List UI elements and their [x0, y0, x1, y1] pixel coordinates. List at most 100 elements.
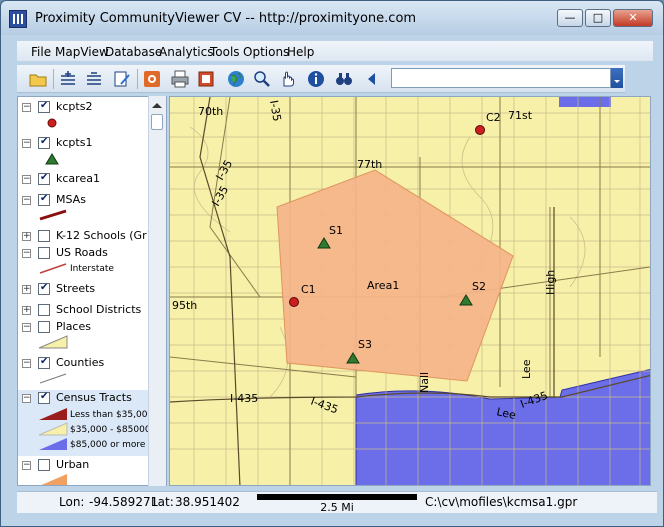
- low-income-swatch: [39, 408, 67, 420]
- expand-icon[interactable]: +: [22, 232, 31, 241]
- point-c1[interactable]: [289, 297, 299, 307]
- lat-value: 38.951402: [175, 495, 240, 509]
- zoom-icon[interactable]: [253, 70, 271, 88]
- layer-checkbox[interactable]: [38, 459, 50, 471]
- collapse-icon[interactable]: −: [22, 139, 31, 148]
- layer-checkbox[interactable]: [38, 136, 50, 149]
- point-label: C2: [486, 111, 501, 124]
- layer-checkbox[interactable]: [38, 247, 50, 259]
- remove-layer-icon[interactable]: [85, 70, 103, 88]
- scroll-up-icon[interactable]: [152, 98, 162, 108]
- menu-analytics[interactable]: Analytics: [159, 45, 214, 59]
- app-window: Proximity CommunityViewer CV -- http://p…: [0, 0, 664, 527]
- street-label: 70th: [198, 105, 223, 118]
- layer-k12-schools[interactable]: + K-12 Schools (Gr12): [18, 228, 165, 246]
- legend-row-interstate: Interstate: [38, 261, 114, 277]
- collapse-icon[interactable]: −: [22, 323, 31, 332]
- layer-checkbox[interactable]: [38, 304, 50, 316]
- menu-database[interactable]: Database: [105, 45, 162, 59]
- menu-file[interactable]: File: [31, 45, 51, 59]
- lon-label: Lon:: [59, 495, 85, 509]
- collapse-icon[interactable]: −: [22, 394, 31, 403]
- collapse-icon[interactable]: −: [22, 103, 31, 112]
- collapse-icon[interactable]: −: [22, 461, 31, 470]
- mid-income-swatch: [38, 422, 68, 436]
- maximize-button[interactable]: □: [585, 9, 611, 27]
- street-label: High: [544, 270, 557, 295]
- layer-kcarea1[interactable]: − kcarea1: [18, 171, 148, 189]
- info-icon[interactable]: [307, 70, 325, 88]
- export-icon[interactable]: [197, 70, 215, 88]
- open-icon[interactable]: [29, 70, 47, 88]
- menu-help[interactable]: Help: [287, 45, 314, 59]
- record-icon[interactable]: [143, 70, 161, 88]
- lon-value: -94.589271: [89, 495, 159, 509]
- map-canvas[interactable]: 70th 71st 77th 95th I-35 I-35 I-35 I-435…: [170, 97, 651, 486]
- street-label: 77th: [357, 158, 382, 171]
- layer-checkbox[interactable]: [38, 282, 50, 295]
- scroll-thumb[interactable]: [151, 114, 163, 130]
- point-label: S1: [329, 224, 343, 237]
- street-label: 95th: [172, 299, 197, 312]
- status-bar: Lon: -94.589271 Lat: 38.951402 2.5 Mi C:…: [17, 491, 657, 514]
- menu-tools[interactable]: Tools: [210, 45, 240, 59]
- expand-icon[interactable]: +: [22, 306, 31, 315]
- find-input[interactable]: [391, 68, 611, 88]
- red-circle-icon: [47, 118, 57, 128]
- layer-kcpts2[interactable]: − kcpts2: [18, 99, 148, 117]
- collapse-icon[interactable]: −: [22, 175, 31, 184]
- back-arrow-icon[interactable]: [363, 70, 381, 88]
- app-icon: [9, 10, 27, 28]
- urban-swatch: [41, 474, 67, 485]
- dark-red-line-icon: [39, 209, 67, 221]
- layer-streets[interactable]: + Streets: [18, 281, 148, 299]
- menu-bar: File MapView Database Analytics Tools Op…: [17, 41, 653, 61]
- expand-icon[interactable]: +: [22, 285, 31, 294]
- layer-checkbox[interactable]: [38, 193, 50, 206]
- interstate-line-icon: [39, 263, 67, 274]
- collapse-icon[interactable]: −: [22, 359, 31, 368]
- globe-icon[interactable]: [227, 70, 245, 88]
- layer-school-districts[interactable]: + School Districts: [18, 302, 148, 320]
- street-label: I-435: [230, 392, 258, 405]
- scale-bar: [257, 494, 417, 500]
- add-layer-icon[interactable]: [59, 70, 77, 88]
- layer-checkbox[interactable]: [38, 172, 50, 185]
- collapse-icon[interactable]: −: [22, 196, 31, 205]
- layer-kcpts1[interactable]: − kcpts1: [18, 135, 148, 153]
- scale-label: 2.5 Mi: [320, 501, 354, 514]
- project-file: C:\cv\mofiles\kcmsa1.gpr: [425, 495, 578, 509]
- layer-checkbox[interactable]: [38, 100, 50, 113]
- counties-line-icon: [39, 373, 67, 384]
- high-income-swatch: [39, 438, 67, 450]
- point-label: S3: [358, 338, 372, 351]
- layer-checkbox[interactable]: [38, 391, 50, 404]
- layer-checkbox[interactable]: [38, 356, 50, 369]
- menu-mapview[interactable]: MapView: [55, 45, 109, 59]
- find-icon[interactable]: [335, 70, 353, 88]
- legend-row-mid-income: $35,000 - $85000: [38, 422, 151, 438]
- layer-msas[interactable]: − MSAs: [18, 192, 148, 210]
- high-income-tract-north: [559, 97, 611, 107]
- find-dropdown-button[interactable]: [611, 68, 623, 88]
- close-button[interactable]: ✕: [613, 9, 653, 27]
- layer-checkbox[interactable]: [38, 321, 50, 333]
- point-c2[interactable]: [475, 125, 485, 135]
- window-title: Proximity CommunityViewer CV -- http://p…: [35, 11, 417, 26]
- legend-scrollbar[interactable]: [148, 96, 166, 486]
- collapse-icon[interactable]: −: [22, 249, 31, 258]
- point-label: S2: [472, 280, 486, 293]
- map-view[interactable]: 70th 71st 77th 95th I-35 I-35 I-35 I-435…: [169, 96, 651, 486]
- minimize-button[interactable]: —: [557, 9, 583, 27]
- lat-label: Lat:: [151, 495, 174, 509]
- properties-icon[interactable]: [113, 70, 131, 88]
- point-label: C1: [301, 283, 316, 296]
- pan-icon[interactable]: [279, 70, 297, 88]
- print-icon[interactable]: [171, 70, 189, 88]
- layer-checkbox[interactable]: [38, 230, 50, 242]
- title-bar[interactable]: Proximity CommunityViewer CV -- http://p…: [1, 1, 663, 35]
- legend-row-high-income: $85,000 or more: [38, 437, 148, 453]
- street-label: Lee: [520, 359, 533, 379]
- menu-options[interactable]: Options: [243, 45, 289, 59]
- street-label: Nall: [418, 372, 431, 393]
